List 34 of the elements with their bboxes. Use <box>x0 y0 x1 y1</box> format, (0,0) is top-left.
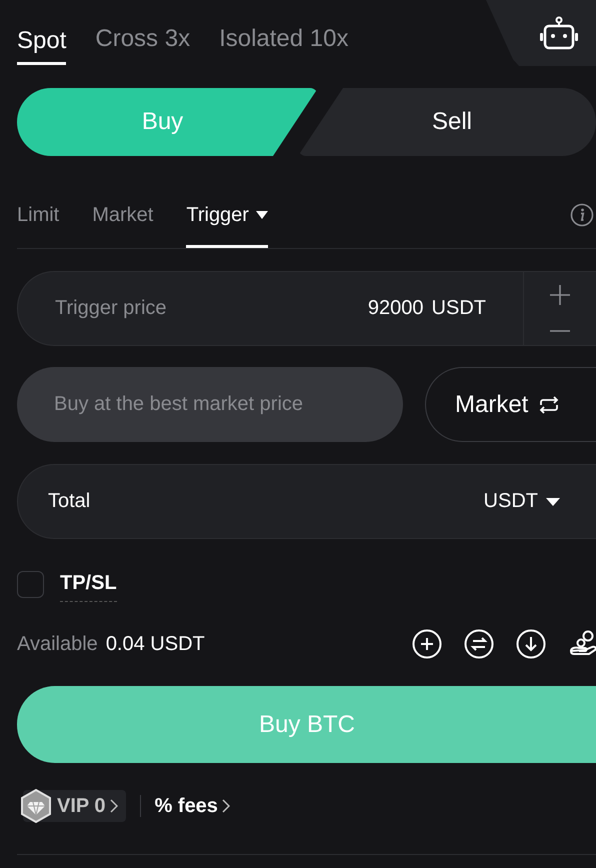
tpsl-checkbox[interactable] <box>17 570 44 598</box>
plus-icon[interactable] <box>549 284 571 306</box>
diamond-icon <box>19 789 53 823</box>
price-unit: USDT <box>432 297 486 320</box>
robot-icon <box>539 16 579 50</box>
chevron-icon <box>110 799 118 813</box>
minus-icon[interactable] <box>549 329 571 334</box>
caret-icon <box>546 498 560 506</box>
chevron-icon <box>222 799 230 813</box>
swap-icon <box>538 394 560 414</box>
download-icon[interactable] <box>516 629 546 659</box>
trigger-price-field[interactable]: Trigger price 92000 USDT <box>17 271 596 346</box>
side-tab[interactable]: Sell <box>298 88 596 156</box>
caret-icon <box>256 211 268 219</box>
vip-badge[interactable]: VIP 0 <box>23 790 126 822</box>
tpsl-label: TP/SL <box>60 572 117 602</box>
trigger-price-value: 92000 <box>368 297 424 320</box>
total-label: Total <box>48 490 90 513</box>
vip-label: VIP 0 <box>57 794 106 818</box>
currency-dropdown[interactable]: USDT <box>484 490 560 513</box>
bot-panel[interactable] <box>486 0 596 66</box>
available-label: Available <box>17 632 98 656</box>
order-type-tab[interactable]: Market <box>92 182 154 248</box>
add-icon[interactable] <box>412 629 442 659</box>
available-value: 0.04 USDT <box>106 632 205 656</box>
trigger-price-placeholder: Trigger price <box>55 297 167 320</box>
price-mode-button[interactable]: Market <box>425 367 596 442</box>
fees-link[interactable]: % fees <box>154 794 230 818</box>
transfer-icon[interactable] <box>464 629 494 659</box>
margin-tab[interactable]: Cross 3x <box>95 0 190 65</box>
order-type-tab[interactable]: Limit <box>17 182 60 248</box>
margin-tab[interactable]: Isolated 10x <box>219 0 348 65</box>
info-icon[interactable] <box>570 203 594 227</box>
total-field[interactable]: Total USDT <box>17 464 596 539</box>
